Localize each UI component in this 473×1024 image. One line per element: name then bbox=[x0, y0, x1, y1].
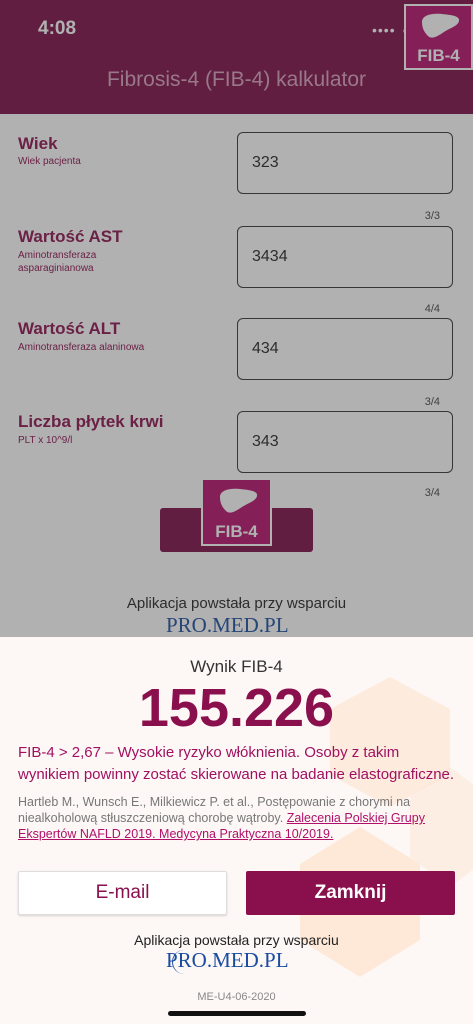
result-value: 155.226 bbox=[138, 678, 335, 738]
support-text-bottom: Aplikacja powstała przy wsparciu bbox=[134, 932, 339, 948]
email-button[interactable]: E-mail bbox=[18, 871, 227, 915]
result-sheet: Wynik FIB-4 155.226 FIB-4 > 2,67 – Wysok… bbox=[0, 637, 473, 1024]
close-button[interactable]: Zamknij bbox=[246, 871, 455, 915]
sponsor-logo-bottom: PRO.MED.PL bbox=[166, 948, 289, 974]
modal-overlay[interactable] bbox=[0, 0, 473, 637]
citation: Hartleb M., Wunsch E., Milkiewicz P. et … bbox=[18, 794, 458, 842]
version-label: ME-U4-06-2020 bbox=[197, 991, 276, 1003]
home-indicator[interactable] bbox=[168, 1011, 306, 1016]
sponsor-mark-icon bbox=[172, 950, 193, 974]
result-title: Wynik FIB-4 bbox=[190, 657, 283, 676]
result-description: FIB-4 > 2,67 – Wysokie ryzyko włóknienia… bbox=[18, 744, 455, 783]
